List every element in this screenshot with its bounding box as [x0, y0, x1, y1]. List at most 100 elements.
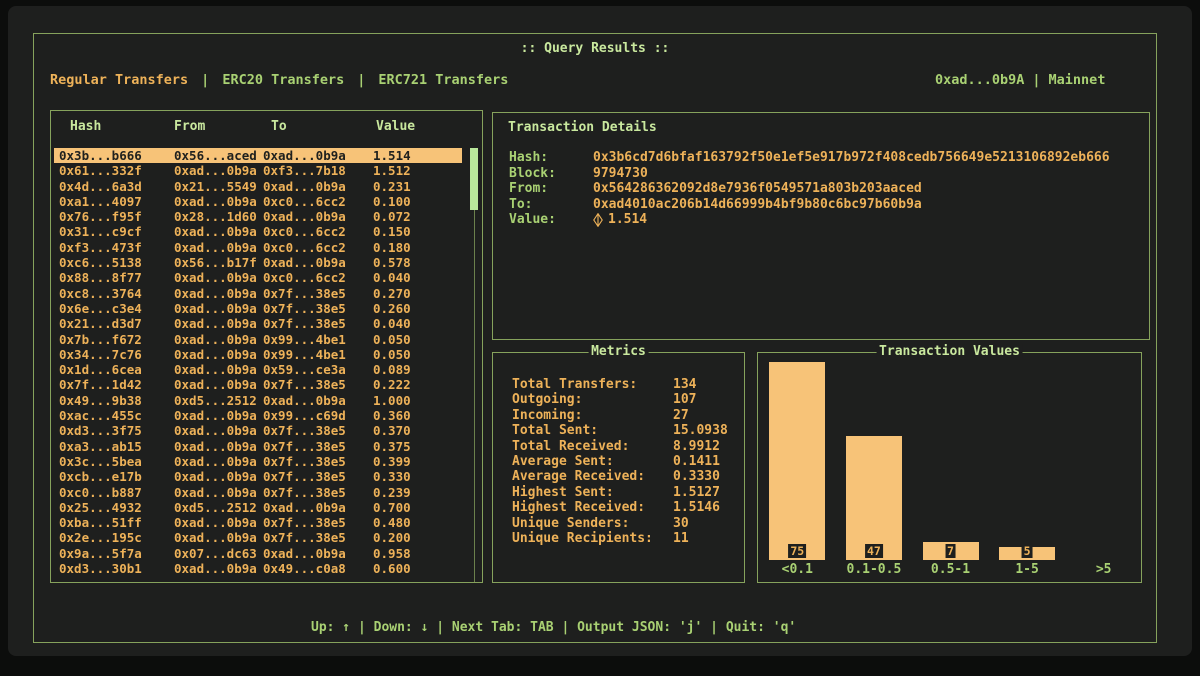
metric-value: 11	[673, 531, 689, 546]
table-row[interactable]: 0xac...455c0xad...0b9a0x99...c69d0.360	[54, 408, 462, 423]
metric-label: Unique Senders:	[512, 516, 629, 531]
metric-row: Incoming:27	[493, 408, 744, 423]
metric-row: Total Received:8.9912	[493, 439, 744, 454]
from-cell: 0xad...0b9a	[174, 362, 257, 378]
table-row[interactable]: 0x49...9b380xd5...25120xad...0b9a1.000	[54, 393, 462, 408]
table-row[interactable]: 0xa1...40970xad...0b9a0xc0...6cc20.100	[54, 194, 462, 209]
value-cell: 1.514	[373, 148, 411, 164]
detail-field: Hash:0x3b6cd7d6bfaf163792f50e1ef5e917b97…	[493, 150, 1149, 166]
metric-label: Average Received:	[512, 469, 645, 484]
bar-value-label: 5	[1022, 544, 1033, 558]
hash-cell: 0x6e...c3e4	[59, 301, 142, 317]
to-cell: 0x7f...38e5	[263, 423, 346, 439]
bar-value-label: 7	[945, 544, 956, 558]
from-cell: 0xad...0b9a	[174, 163, 257, 179]
table-row[interactable]: 0x1d...6cea0xad...0b9a0x59...ce3a0.089	[54, 362, 462, 377]
value-cell: 0.700	[373, 500, 411, 516]
to-cell: 0x7f...38e5	[263, 530, 346, 546]
value-cell: 0.040	[373, 316, 411, 332]
metric-row: Highest Sent:1.5127	[493, 485, 744, 500]
metric-row: Average Received:0.3330	[493, 469, 744, 484]
metric-row: Highest Received:1.5146	[493, 500, 744, 515]
detail-field: Block:9794730	[493, 166, 1149, 182]
table-row[interactable]: 0x61...332f0xad...0b9a0xf3...7b181.512	[54, 163, 462, 178]
metric-row: Unique Senders: 30	[493, 516, 744, 531]
table-row[interactable]: 0x25...49320xd5...25120xad...0b9a0.700	[54, 500, 462, 515]
bar-value-label: 47	[865, 544, 883, 558]
to-cell: 0xc0...6cc2	[263, 194, 346, 210]
table-row[interactable]: 0x21...d3d70xad...0b9a0x7f...38e50.040	[54, 316, 462, 331]
tab-bar: Regular Transfers | ERC20 Transfers | ER…	[50, 71, 508, 89]
transaction-values-chart-panel: Transaction Values 75<0.1470.1-0.570.5-1…	[757, 352, 1142, 583]
tab-erc20-transfers[interactable]: ERC20 Transfers	[222, 72, 344, 88]
table-row[interactable]: 0x2e...195c0xad...0b9a0x7f...38e50.200	[54, 530, 462, 545]
table-row[interactable]: 0x31...c9cf0xad...0b9a0xc0...6cc20.150	[54, 224, 462, 239]
table-row[interactable]: 0xf3...473f0xad...0b9a0xc0...6cc20.180	[54, 240, 462, 255]
eth-icon	[593, 213, 603, 227]
value-cell: 0.958	[373, 546, 411, 562]
tab-erc721-transfers[interactable]: ERC721 Transfers	[378, 72, 508, 88]
detail-label: From:	[509, 181, 548, 197]
chart-bar	[769, 362, 825, 560]
from-cell: 0xad...0b9a	[174, 469, 257, 485]
table-row[interactable]: 0x7f...1d420xad...0b9a0x7f...38e50.222	[54, 377, 462, 392]
table-row[interactable]: 0x76...f95f0x28...1d600xad...0b9a0.072	[54, 209, 462, 224]
to-cell: 0x59...ce3a	[263, 362, 346, 378]
table-row[interactable]: 0xba...51ff0xad...0b9a0x7f...38e50.480	[54, 515, 462, 530]
metric-label: Outgoing:	[512, 392, 582, 407]
table-row[interactable]: 0x7b...f6720xad...0b9a0x99...4be10.050	[54, 332, 462, 347]
value-cell: 0.600	[373, 561, 411, 577]
column-header-hash: Hash	[70, 119, 101, 134]
scrollbar-thumb[interactable]	[470, 148, 478, 210]
table-row[interactable]: 0xd3...3f750xad...0b9a0x7f...38e50.370	[54, 423, 462, 438]
to-cell: 0xad...0b9a	[263, 393, 346, 409]
metric-label: Highest Sent:	[512, 485, 614, 500]
from-cell: 0xad...0b9a	[174, 439, 257, 455]
to-cell: 0x7f...38e5	[263, 301, 346, 317]
scrollbar-track[interactable]	[474, 148, 475, 582]
account-address: 0xad...0b9A	[935, 72, 1024, 88]
from-cell: 0xad...0b9a	[174, 377, 257, 393]
tab-regular-transfers[interactable]: Regular Transfers	[50, 72, 188, 88]
to-cell: 0xad...0b9a	[263, 209, 346, 225]
metric-row: Total Sent:15.0938	[493, 423, 744, 438]
to-cell: 0x7f...38e5	[263, 316, 346, 332]
value-cell: 0.578	[373, 255, 411, 271]
from-cell: 0x28...1d60	[174, 209, 257, 225]
page-title: :: Query Results ::	[33, 41, 1157, 56]
hash-cell: 0x1d...6cea	[59, 362, 142, 378]
table-row[interactable]: 0xc6...51380x56...b17f0xad...0b9a0.578	[54, 255, 462, 270]
x-axis-label: 1-5	[1015, 562, 1038, 577]
table-row[interactable]: 0xc0...b8870xad...0b9a0x7f...38e50.239	[54, 485, 462, 500]
table-row[interactable]: 0x4d...6a3d0x21...55490xad...0b9a0.231	[54, 179, 462, 194]
hash-cell: 0x61...332f	[59, 163, 142, 179]
detail-value: 9794730	[593, 166, 648, 182]
value-cell: 0.222	[373, 377, 411, 393]
table-row-selected[interactable]: 0x3b...b6660x56...aced0xad...0b9a1.514	[54, 148, 462, 163]
table-row[interactable]: 0xcb...e17b0xad...0b9a0x7f...38e50.330	[54, 469, 462, 484]
detail-field: Value:1.514	[493, 212, 1149, 228]
detail-value: 0x3b6cd7d6bfaf163792f50e1ef5e917b972f408…	[593, 150, 1110, 166]
value-cell: 0.480	[373, 515, 411, 531]
transfers-table-panel: Hash From To Value 0x3b...b6660x56...ace…	[50, 110, 483, 583]
table-row[interactable]: 0xd3...30b10xad...0b9a0x49...c0a80.600	[54, 561, 462, 576]
chart-bar	[846, 436, 902, 560]
metric-label: Incoming:	[512, 408, 582, 423]
table-row[interactable]: 0x9a...5f7a0x07...dc630xad...0b9a0.958	[54, 546, 462, 561]
table-row[interactable]: 0xc8...37640xad...0b9a0x7f...38e50.270	[54, 286, 462, 301]
table-row[interactable]: 0x34...7c760xad...0b9a0x99...4be10.050	[54, 347, 462, 362]
hash-cell: 0xac...455c	[59, 408, 142, 424]
metric-label: Highest Received:	[512, 500, 645, 515]
account-separator: |	[1032, 72, 1040, 88]
metric-value: 30	[673, 516, 689, 531]
table-rows: 0x3b...b6660x56...aced0xad...0b9a1.5140x…	[54, 148, 462, 576]
table-row[interactable]: 0xa3...ab150xad...0b9a0x7f...38e50.375	[54, 439, 462, 454]
hash-cell: 0xba...51ff	[59, 515, 142, 531]
table-row[interactable]: 0x3c...5bea0xad...0b9a0x7f...38e50.399	[54, 454, 462, 469]
table-row[interactable]: 0x88...8f770xad...0b9a0xc0...6cc20.040	[54, 270, 462, 285]
table-row[interactable]: 0x6e...c3e40xad...0b9a0x7f...38e50.260	[54, 301, 462, 316]
metric-label: Unique Recipients:	[512, 531, 653, 546]
tab-separator: |	[201, 72, 209, 88]
hash-cell: 0x7f...1d42	[59, 377, 142, 393]
value-cell: 0.200	[373, 530, 411, 546]
